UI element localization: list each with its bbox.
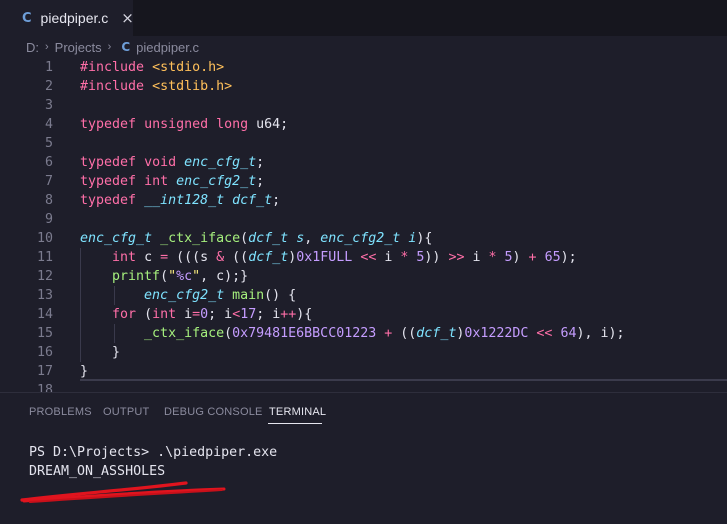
code-text: typedef __int128_t dcf_t; — [80, 193, 281, 208]
code-line: 6 typedef void enc_cfg_t; — [0, 153, 727, 172]
line-number: 14 — [36, 307, 53, 322]
tab-debug-console[interactable]: DEBUG CONSOLE — [164, 406, 263, 418]
line-number: 13 — [36, 288, 53, 303]
code-line: 11 int c = (((s & ((dcf_t)0x1FULL << i *… — [0, 248, 727, 267]
line-number: 9 — [44, 212, 53, 227]
tab-label: piedpiper.c — [40, 10, 109, 26]
c-file-icon: C — [22, 10, 32, 26]
line-number: 17 — [36, 364, 53, 379]
line-number: 11 — [36, 250, 53, 265]
code-text: for (int i=0; i<17; i++){ — [112, 307, 313, 322]
code-line: 7 typedef int enc_cfg2_t; — [0, 172, 727, 191]
line-number: 3 — [44, 98, 53, 113]
line-number: 2 — [44, 79, 53, 94]
c-file-icon: C — [121, 40, 131, 54]
code-text: printf("%c", c);} — [112, 269, 249, 284]
panel-tabs: PROBLEMS OUTPUT DEBUG CONSOLE TERMINAL — [0, 393, 727, 431]
code-line: 4 typedef unsigned long u64; — [0, 115, 727, 134]
line-number: 1 — [44, 60, 53, 75]
code-line: 15 _ctx_iface(0x79481E6BBCC01223 + ((dcf… — [0, 324, 727, 343]
breadcrumb: D: › Projects › C piedpiper.c — [0, 36, 727, 58]
code-line: 16 } — [0, 343, 727, 362]
line-number: 15 — [36, 326, 53, 341]
code-line: 13 enc_cfg2_t main() { — [0, 286, 727, 305]
code-text: #include <stdio.h> — [80, 60, 225, 75]
code-line: 9 — [0, 210, 727, 229]
terminal-command-line[interactable]: PS D:\Projects> .\piedpiper.exe — [29, 443, 277, 462]
code-text: enc_cfg2_t main() { — [144, 288, 297, 303]
line-number: 5 — [44, 136, 53, 151]
code-line: 10 enc_cfg_t _ctx_iface(dcf_t s, enc_cfg2… — [0, 229, 727, 248]
code-text: } — [80, 345, 121, 360]
code-text: typedef void enc_cfg_t; — [80, 155, 265, 170]
line-number: 4 — [44, 117, 53, 132]
tab-problems[interactable]: PROBLEMS — [29, 406, 92, 418]
line-number: 7 — [44, 174, 53, 189]
code-line: 18 — [0, 381, 727, 392]
line-number: 8 — [44, 193, 53, 208]
breadcrumb-drive[interactable]: D: — [26, 40, 39, 55]
tab-output[interactable]: OUTPUT — [103, 406, 149, 418]
code-line: 1 #include <stdio.h> — [0, 58, 727, 77]
code-line: 5 — [0, 134, 727, 153]
breadcrumb-folder[interactable]: Projects — [55, 40, 102, 55]
close-icon[interactable]: × — [121, 9, 134, 27]
red-underline-scribble — [20, 481, 226, 503]
line-number: 16 — [36, 345, 53, 360]
code-text: typedef unsigned long u64; — [80, 117, 289, 132]
terminal-prompt: PS D:\Projects> — [29, 445, 158, 460]
tab-bar: C piedpiper.c × — [0, 0, 727, 36]
code-line: 8 typedef __int128_t dcf_t; — [0, 191, 727, 210]
tab-terminal[interactable]: TERMINAL — [269, 406, 326, 418]
code-text: #include <stdlib.h> — [80, 79, 233, 94]
code-text: enc_cfg_t _ctx_iface(dcf_t s, enc_cfg2_t… — [80, 231, 433, 246]
line-number: 18 — [36, 383, 53, 392]
breadcrumb-file[interactable]: piedpiper.c — [136, 40, 199, 55]
code-text: _ctx_iface(0x79481E6BBCC01223 + ((dcf_t)… — [144, 326, 625, 341]
line-number: 6 — [44, 155, 53, 170]
code-text: typedef int enc_cfg2_t; — [80, 174, 265, 189]
terminal-command: .\piedpiper.exe — [157, 445, 278, 460]
code-line: 12 printf("%c", c);} — [0, 267, 727, 286]
line-number: 10 — [36, 231, 53, 246]
line-number: 12 — [36, 269, 53, 284]
editor-tab-piedpiper[interactable]: C piedpiper.c × — [0, 0, 134, 36]
code-line: 2 #include <stdlib.h> — [0, 77, 727, 96]
chevron-right-icon: › — [107, 41, 112, 53]
chevron-right-icon: › — [45, 41, 49, 53]
active-tab-indicator — [268, 423, 322, 424]
code-text: int c = (((s & ((dcf_t)0x1FULL << i * 5)… — [112, 250, 577, 265]
code-line: 3 — [0, 96, 727, 115]
code-editor[interactable]: 1 #include <stdio.h> 2 #include <stdlib.h>… — [0, 58, 727, 392]
horizontal-scrollbar[interactable] — [80, 379, 727, 381]
code-line: 14 for (int i=0; i<17; i++){ — [0, 305, 727, 324]
